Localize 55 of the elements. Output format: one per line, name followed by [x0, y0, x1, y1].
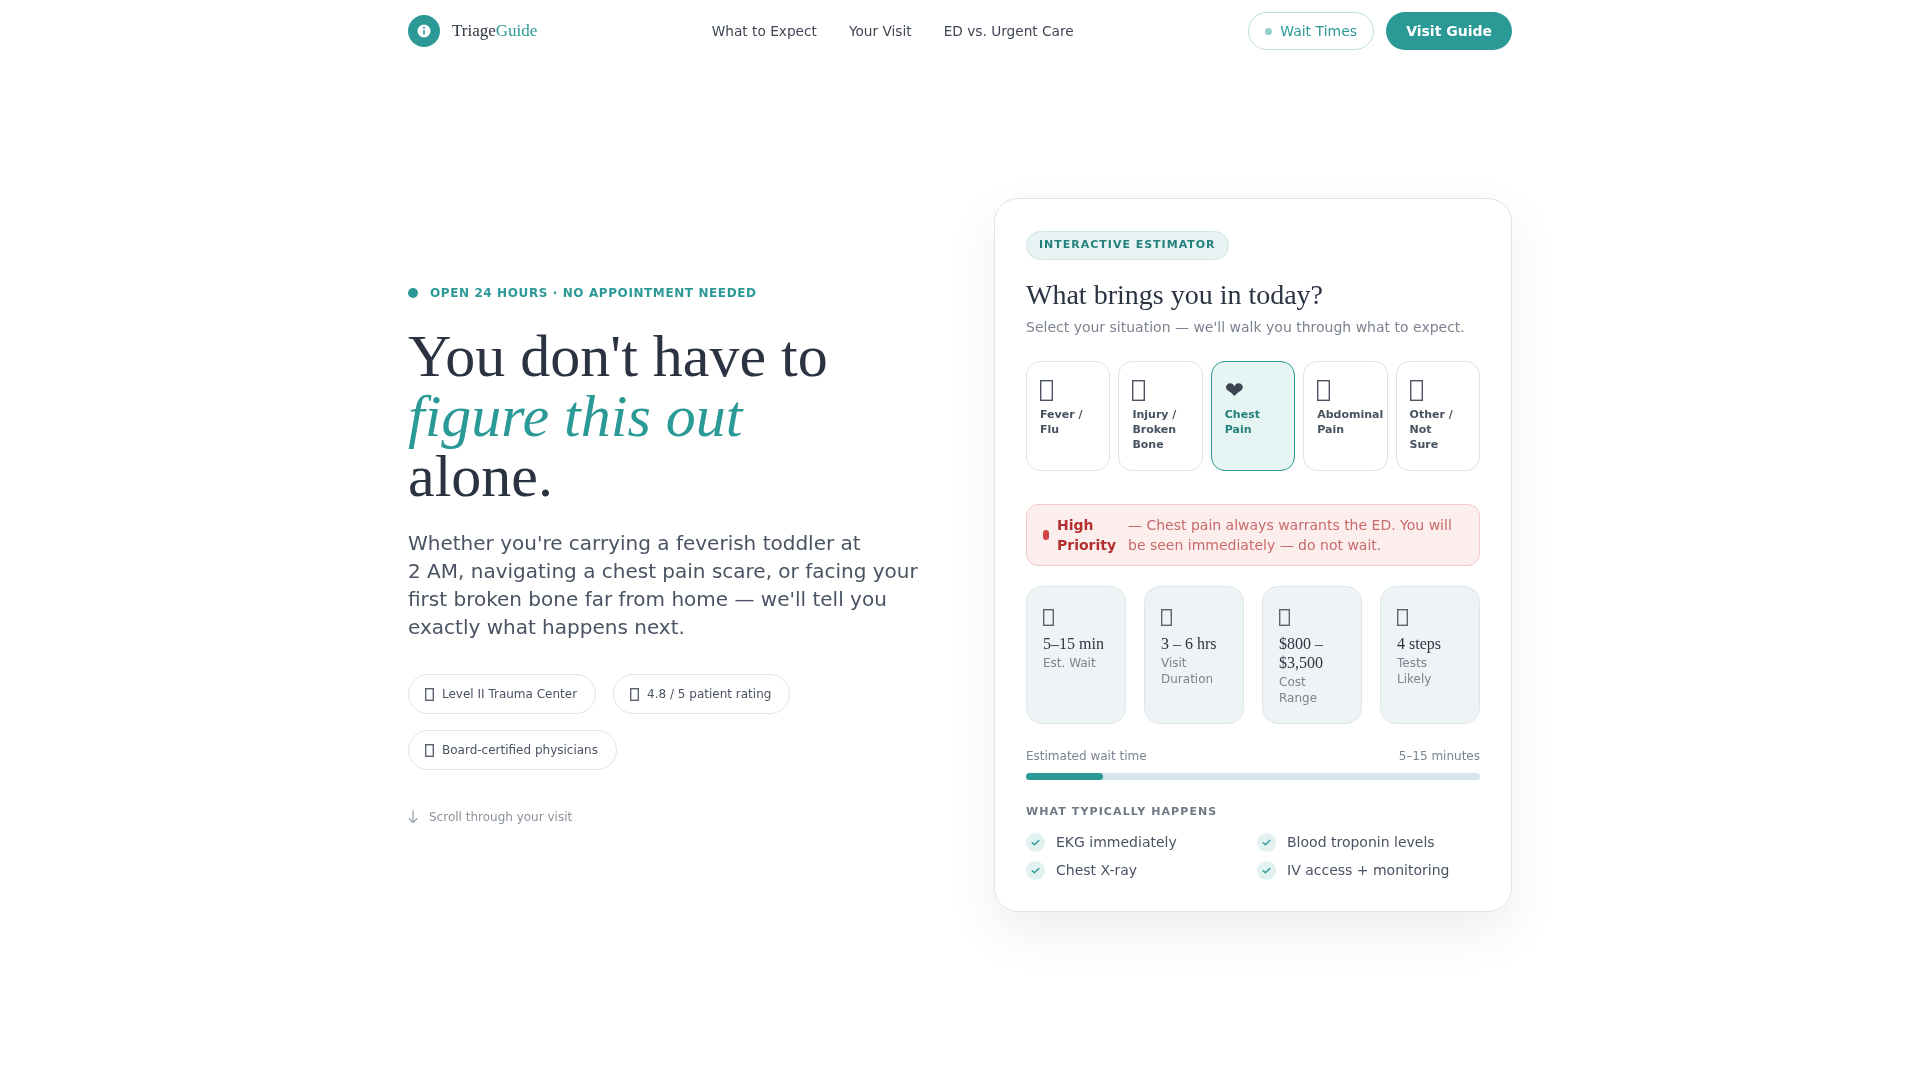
check-icon	[1026, 832, 1045, 852]
priority-message: — Chest pain always warrants the ED. You will be seen immediately — do not wait.	[1128, 516, 1453, 555]
eyebrow-text: OPEN 24 HOURS · NO APPOINTMENT NEEDED	[430, 285, 757, 301]
step-text: IV access + monitoring	[1287, 861, 1450, 880]
estimator-tag: INTERACTIVE ESTIMATOR	[1026, 231, 1229, 260]
nav-link[interactable]: ED vs. Urgent Care	[943, 20, 1074, 42]
step-text: Chest X-ray	[1056, 861, 1138, 880]
placeholder-glyph-icon	[1043, 609, 1054, 626]
estimator-title: What brings you in today?	[1026, 278, 1325, 312]
arrow-down-icon	[408, 810, 418, 824]
situation-option[interactable]: Abdominal Pain	[1303, 361, 1388, 471]
stat-value: $800 – $3,500	[1279, 634, 1324, 672]
placeholder-glyph-icon	[425, 743, 434, 757]
check-icon	[1026, 860, 1045, 880]
logo-text: TriageGuide	[452, 20, 538, 43]
trust-label: Board-certified physicians	[442, 742, 598, 758]
wait-times-button[interactable]: Wait Times	[1248, 12, 1375, 50]
nav-link[interactable]: What to Expect	[711, 20, 817, 42]
situation-option[interactable]: ❤ Chest Pain	[1210, 361, 1296, 471]
trust-label: Level II Trauma Center	[442, 686, 578, 702]
placeholder-glyph-icon	[1161, 609, 1172, 626]
nav-link[interactable]: Your Visit	[848, 20, 912, 42]
stat-label: Visit Duration	[1161, 655, 1215, 687]
step-text: Blood troponin levels	[1287, 833, 1435, 852]
stat-value: 5–15 min	[1043, 634, 1104, 653]
hero-intro: Whether you're carrying a feverish toddler at 2 AM, navigating a chest pain scare, or facing your first broken bone far from home — we'll tell you exactly what happens next.	[408, 530, 919, 641]
situation-option[interactable]: Other / Not Sure	[1395, 361, 1480, 471]
meter-label: Estimated wait time	[1026, 748, 1147, 764]
stat-label: Cost Range	[1279, 674, 1319, 706]
trust-label: 4.8 / 5 patient rating	[647, 686, 772, 702]
scroll-hint: Scroll through your visit	[429, 809, 573, 825]
situation-option[interactable]: Fever / Flu	[1026, 361, 1111, 471]
placeholder-glyph-icon	[1397, 609, 1408, 626]
placeholder-glyph-icon	[1279, 609, 1290, 626]
placeholder-glyph-icon	[1132, 380, 1146, 401]
placeholder-glyph-icon	[425, 687, 434, 701]
hero-headline: You don't have to figure this out alone.	[408, 326, 828, 506]
stat-value: 3 – 6 hrs	[1161, 634, 1217, 653]
heart-icon: ❤	[1224, 380, 1245, 401]
check-icon	[1257, 860, 1276, 880]
priority-label: High Priority	[1057, 516, 1118, 555]
placeholder-glyph-icon	[1409, 380, 1423, 401]
stat-value: 4 steps	[1397, 634, 1441, 653]
situation-option[interactable]: Injury / Broken Bone	[1118, 361, 1203, 471]
placeholder-glyph-icon	[1317, 380, 1331, 401]
placeholder-glyph-icon	[1040, 380, 1053, 401]
stat-label: Est. Wait	[1043, 655, 1096, 671]
stat-label: Tests Likely	[1397, 655, 1433, 687]
placeholder-glyph-icon	[630, 687, 640, 701]
meter-reading: 5–15 minutes	[1398, 748, 1480, 764]
steps-title: WHAT TYPICALLY HAPPENS	[1026, 804, 1219, 820]
info-icon	[408, 15, 440, 47]
check-icon	[1257, 832, 1276, 852]
step-text: EKG immediately	[1056, 833, 1177, 852]
estimator-subtitle: Select your situation — we'll walk you through what to expect.	[1026, 318, 1466, 337]
